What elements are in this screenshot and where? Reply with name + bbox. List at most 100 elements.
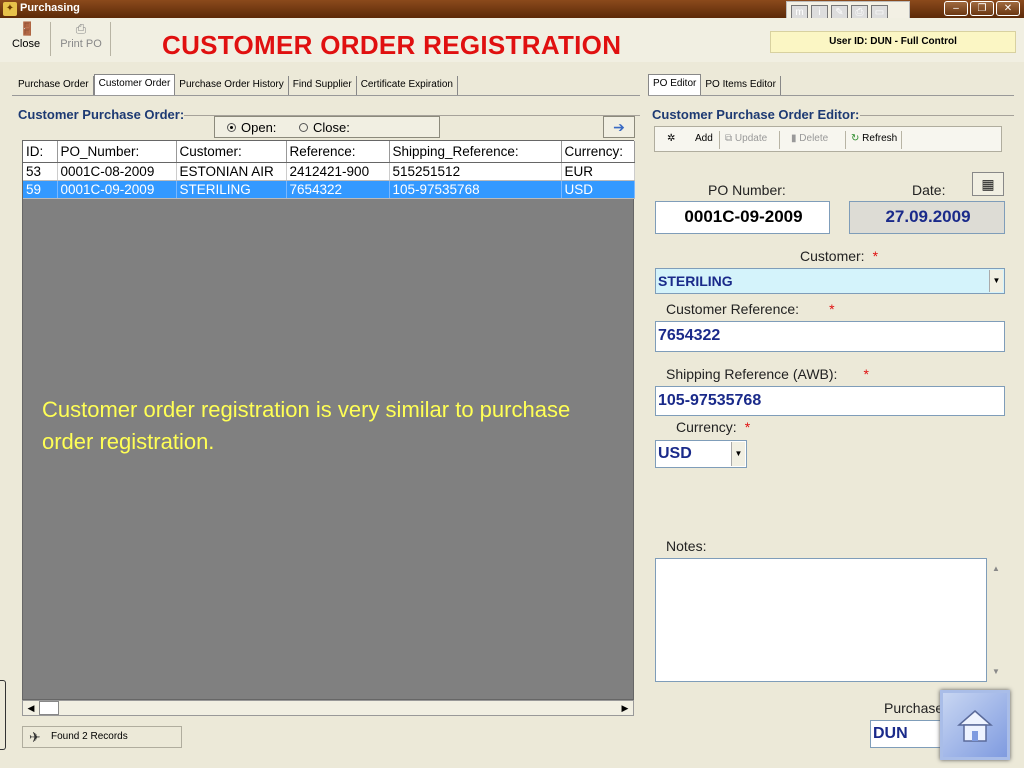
printer-icon: ⎙ (75, 21, 87, 36)
editor-toolbar: ✲ Add ⧉ Update ▮ Delete ↻ Refresh (654, 126, 1002, 152)
radio-empty-icon (299, 123, 308, 132)
purchaser-label: Purchaser (884, 700, 948, 716)
column-header-currency[interactable]: Currency: (561, 141, 635, 163)
filter-open-radio[interactable]: Open: (227, 120, 276, 135)
horizontal-scrollbar[interactable]: ◀ ▶ (22, 700, 634, 716)
tab-po-editor[interactable]: PO Editor (648, 74, 702, 96)
toolbar-separator (845, 131, 846, 149)
cell-customer: ESTONIAN AIR (176, 162, 287, 181)
orders-table: ID: PO_Number: Customer: Reference: Ship… (23, 141, 635, 199)
purchaser-field[interactable]: DUN (870, 720, 950, 748)
list-group-title: Customer Purchase Order: (18, 107, 185, 122)
close-window-icon[interactable]: ✕ (996, 1, 1020, 16)
go-button[interactable]: ➔ (603, 116, 635, 138)
app-icon: ✦ (3, 2, 17, 16)
required-marker: * (829, 301, 835, 317)
close-button[interactable]: 🚪 Close (8, 22, 44, 58)
door-icon: 🚪 (19, 21, 36, 36)
airplane-icon: ✈ (29, 729, 41, 745)
toolbar-separator (779, 131, 780, 149)
column-header-shipping-reference[interactable]: Shipping_Reference: (389, 141, 562, 163)
window-edge (0, 680, 6, 750)
window-titlebar: ✦ Purchasing m i ✎ ⎙ ▭ – ❐ ✕ (0, 0, 1024, 23)
refresh-button[interactable]: ↻ Refresh (851, 133, 897, 144)
tab-certificate-expiration[interactable]: Certificate Expiration (357, 76, 458, 96)
bug-icon[interactable]: ✲ (667, 133, 675, 144)
column-header-reference[interactable]: Reference: (286, 141, 390, 163)
column-header-po-number[interactable]: PO_Number: (57, 141, 177, 163)
main-toolbar: 🚪 Close ⎙ Print PO CUSTOMER ORDER REGIST… (0, 18, 1024, 62)
home-button[interactable] (940, 690, 1010, 760)
tab-purchase-order-history[interactable]: Purchase Order History (175, 76, 289, 96)
filter-close-radio[interactable]: Close: (299, 120, 350, 135)
table-row[interactable]: 53 0001C-08-2009 ESTONIAN AIR 2412421-90… (23, 162, 635, 181)
scroll-down-icon[interactable]: ▼ (988, 667, 1004, 676)
toolbar-separator (50, 22, 51, 56)
tab-po-items-editor[interactable]: PO Items Editor (701, 76, 781, 96)
scroll-left-icon[interactable]: ◀ (23, 701, 39, 715)
update-button[interactable]: ⧉ Update (725, 133, 767, 144)
home-icon (957, 710, 993, 742)
required-marker: * (863, 366, 869, 382)
cell-shipping-reference: 105-97535768 (389, 180, 562, 199)
po-number-label: PO Number: (708, 182, 786, 198)
window-title: Purchasing (20, 2, 80, 14)
customer-label: Customer: * (800, 248, 879, 264)
required-marker: * (744, 419, 751, 435)
tab-purchase-order[interactable]: Purchase Order (14, 76, 94, 96)
column-header-id[interactable]: ID: (23, 141, 58, 163)
notes-label: Notes: (666, 538, 707, 554)
currency-select[interactable]: USD ▼ (655, 440, 747, 468)
tab-find-supplier[interactable]: Find Supplier (289, 76, 357, 96)
currency-label: Currency: * (676, 419, 751, 435)
minimize-icon[interactable]: – (944, 1, 968, 16)
customer-reference-field[interactable]: 7654322 (655, 321, 1005, 352)
tab-customer-order[interactable]: Customer Order (93, 74, 176, 96)
arrow-right-icon: ➔ (613, 119, 625, 135)
tab-divider (12, 95, 640, 96)
table-header: ID: PO_Number: Customer: Reference: Ship… (23, 141, 635, 163)
chevron-down-icon[interactable]: ▼ (989, 270, 1003, 292)
shipping-reference-field[interactable]: 105-97535768 (655, 386, 1005, 416)
page-title: CUSTOMER ORDER REGISTRATION (162, 30, 622, 60)
shipping-reference-label: Shipping Reference (AWB): * (666, 366, 869, 382)
delete-icon: ▮ (791, 133, 797, 144)
cell-reference: 7654322 (286, 180, 390, 199)
left-tabs: Purchase Order Customer Order Purchase O… (14, 74, 458, 96)
window-controls: – ❐ ✕ (944, 1, 1020, 16)
calendar-icon: ▦ (981, 176, 995, 192)
column-header-customer[interactable]: Customer: (176, 141, 287, 163)
cell-reference: 2412421-900 (286, 162, 390, 181)
notes-scrollbar[interactable]: ▲ ▼ (988, 558, 1004, 682)
cell-po-number: 0001C-08-2009 (57, 162, 177, 181)
chevron-down-icon[interactable]: ▼ (731, 442, 745, 466)
status-filter: Open: Close: (214, 116, 440, 138)
cell-shipping-reference: 515251512 (389, 162, 562, 181)
add-button[interactable]: Add (695, 133, 713, 144)
calendar-button[interactable]: ▦ (972, 172, 1004, 196)
cell-currency: EUR (561, 162, 635, 181)
group-border (860, 115, 1014, 116)
notes-textarea[interactable] (655, 558, 987, 682)
right-tabs: PO Editor PO Items Editor (648, 74, 781, 96)
delete-button[interactable]: ▮ Delete (791, 133, 828, 144)
cell-currency: USD (561, 180, 635, 199)
customer-select[interactable]: STERILING ▼ (655, 268, 1005, 294)
required-marker: * (872, 248, 879, 264)
table-row-selected[interactable]: 59 0001C-09-2009 STERILING 7654322 105-9… (23, 180, 635, 199)
date-field[interactable]: 27.09.2009 (849, 201, 1005, 234)
print-po-button[interactable]: ⎙ Print PO (58, 22, 104, 58)
po-number-field[interactable]: 0001C-09-2009 (655, 201, 830, 234)
status-bar: ✈ Found 2 Records (22, 726, 182, 748)
scroll-thumb[interactable] (39, 701, 59, 715)
scroll-right-icon[interactable]: ▶ (617, 701, 633, 715)
update-icon: ⧉ (725, 133, 733, 144)
customer-reference-label: Customer Reference: * (666, 301, 835, 317)
date-label: Date: (912, 182, 946, 198)
cell-customer: STERILING (176, 180, 287, 199)
tab-divider (648, 95, 1014, 96)
toolbar-separator (901, 131, 902, 149)
radio-selected-icon (227, 123, 236, 132)
restore-icon[interactable]: ❐ (970, 1, 994, 16)
scroll-up-icon[interactable]: ▲ (988, 564, 1004, 573)
